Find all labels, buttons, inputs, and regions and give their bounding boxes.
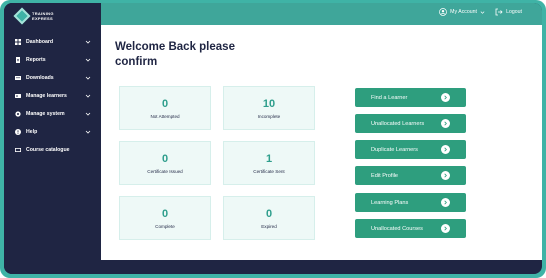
- arrow-right-icon: [441, 119, 450, 128]
- chevron-down-icon: [85, 94, 91, 98]
- sidebar-item-course-catalogue[interactable]: Course catalogue: [4, 141, 101, 159]
- sidebar-item-dashboard[interactable]: Dashboard: [4, 33, 101, 51]
- top-bar: My Account Logout: [101, 3, 542, 25]
- sidebar-item-help[interactable]: Help: [4, 123, 101, 141]
- stat-label: Expired: [261, 223, 277, 229]
- user-icon: [439, 8, 448, 16]
- stat-value: 0: [161, 97, 169, 110]
- stat-value: 10: [262, 97, 276, 110]
- chevron-down-icon: [85, 76, 91, 80]
- action-label: Unallocated Courses: [371, 225, 423, 232]
- stat-label: Complete: [155, 223, 175, 229]
- sidebar-item-label: Course catalogue: [26, 147, 70, 153]
- sidebar-item-manage-learners[interactable]: Manage learners: [4, 87, 101, 105]
- sidebar-item-label: Help: [26, 129, 38, 135]
- action-label: Unallocated Learners: [371, 120, 425, 127]
- stat-card-certificate-issued[interactable]: 0 Certificate Issued: [119, 141, 211, 185]
- users-icon: [15, 93, 21, 99]
- action-label: Edit Profile: [371, 172, 399, 179]
- logout-icon: [495, 8, 503, 16]
- stat-card-certificate-sent[interactable]: 1 Certificate Sent: [223, 141, 315, 185]
- brand-logo[interactable]: TRAINING EXPRESS: [13, 7, 54, 25]
- stat-label: Certificate Issued: [147, 168, 183, 174]
- action-label: Learning Plans: [371, 199, 409, 206]
- app-window: TRAINING EXPRESS Dashboard Reports Downl…: [4, 3, 542, 274]
- sidebar-item-reports[interactable]: Reports: [4, 51, 101, 69]
- stat-card-complete[interactable]: 0 Complete: [119, 196, 211, 240]
- sidebar-item-label: Manage system: [26, 111, 65, 117]
- sidebar-item-manage-system[interactable]: Manage system: [4, 105, 101, 123]
- logout-button[interactable]: Logout: [495, 8, 522, 16]
- find-learner-button[interactable]: Find a Learner: [355, 88, 466, 107]
- arrow-right-icon: [441, 224, 450, 233]
- unallocated-courses-button[interactable]: Unallocated Courses: [355, 219, 466, 238]
- download-icon: [15, 75, 21, 81]
- arrow-right-icon: [441, 198, 450, 207]
- my-account-label: My Account: [450, 9, 477, 15]
- sidebar-item-label: Reports: [26, 57, 46, 63]
- stat-value: 1: [265, 152, 273, 165]
- edit-profile-button[interactable]: Edit Profile: [355, 166, 466, 185]
- chevron-down-icon: [480, 10, 485, 14]
- sidebar-item-downloads[interactable]: Downloads: [4, 69, 101, 87]
- stat-label: Not Attempted: [150, 113, 180, 119]
- sidebar-item-label: Downloads: [26, 75, 54, 81]
- action-label: Duplicate Learners: [371, 146, 418, 153]
- logo-icon: [13, 7, 31, 25]
- page-title: Welcome Back please confirm: [115, 41, 235, 68]
- gear-icon: [15, 111, 21, 117]
- outer-frame: TRAINING EXPRESS Dashboard Reports Downl…: [0, 0, 546, 278]
- sidebar-item-label: Manage learners: [26, 93, 67, 99]
- unallocated-learners-button[interactable]: Unallocated Learners: [355, 114, 466, 133]
- catalogue-icon: [15, 147, 21, 153]
- arrow-right-icon: [441, 171, 450, 180]
- brand-line2: EXPRESS: [32, 16, 53, 21]
- help-icon: [15, 129, 21, 135]
- logout-label: Logout: [506, 9, 522, 15]
- stat-label: Certificate Sent: [253, 168, 285, 174]
- chevron-down-icon: [85, 130, 91, 134]
- sidebar-nav: Dashboard Reports Downloads Manage learn…: [4, 33, 101, 159]
- stat-card-incomplete[interactable]: 10 Incomplete: [223, 86, 315, 130]
- main-content: Welcome Back please confirm 0 Not Attemp…: [101, 25, 542, 260]
- chevron-down-icon: [85, 40, 91, 44]
- action-label: Find a Learner: [371, 94, 408, 101]
- stat-card-expired[interactable]: 0 Expired: [223, 196, 315, 240]
- report-icon: [15, 57, 21, 63]
- learning-plans-button[interactable]: Learning Plans: [355, 193, 466, 212]
- arrow-right-icon: [441, 145, 450, 154]
- arrow-right-icon: [441, 93, 450, 102]
- stat-label: Incomplete: [257, 113, 281, 119]
- stat-value: 0: [265, 207, 273, 220]
- my-account-menu[interactable]: My Account: [439, 8, 485, 16]
- chevron-down-icon: [85, 58, 91, 62]
- sidebar: TRAINING EXPRESS Dashboard Reports Downl…: [4, 3, 101, 274]
- duplicate-learners-button[interactable]: Duplicate Learners: [355, 140, 466, 159]
- stat-value: 0: [161, 152, 169, 165]
- chevron-down-icon: [85, 112, 91, 116]
- stat-value: 0: [161, 207, 169, 220]
- grid-icon: [15, 39, 21, 45]
- sidebar-item-label: Dashboard: [26, 39, 54, 45]
- stat-card-not-attempted[interactable]: 0 Not Attempted: [119, 86, 211, 130]
